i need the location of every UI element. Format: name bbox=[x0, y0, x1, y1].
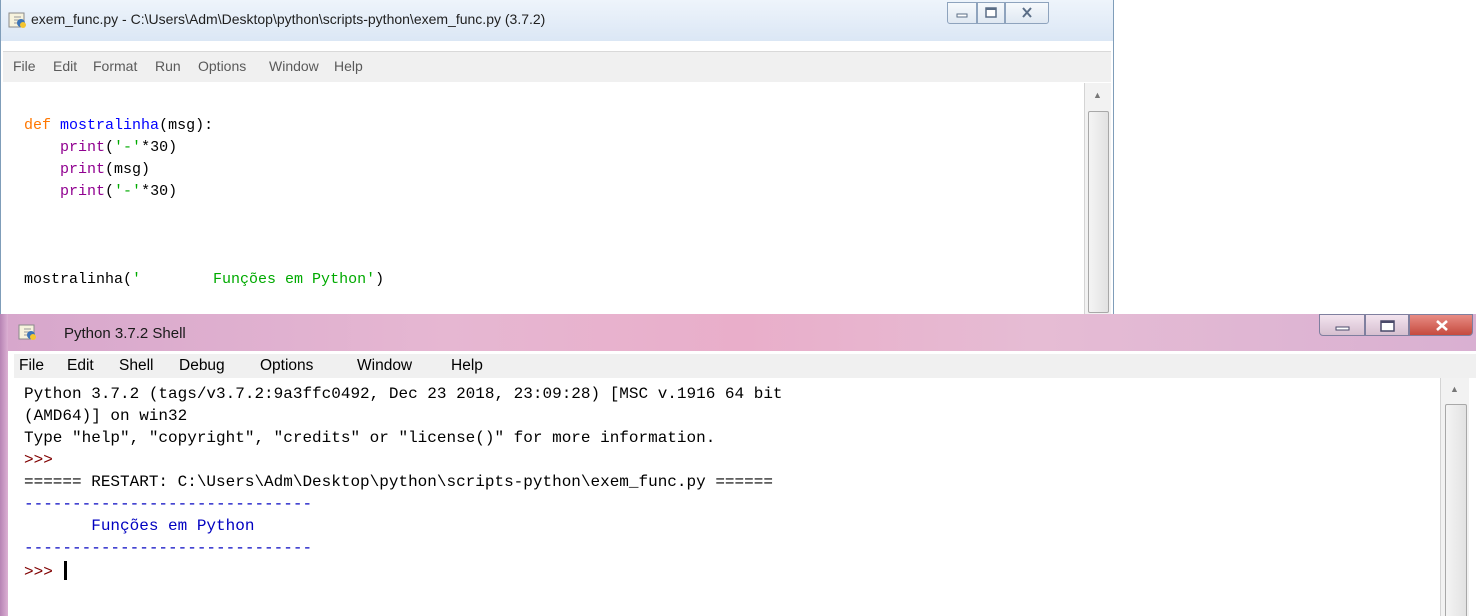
code-text: ) bbox=[375, 271, 385, 288]
code-builtin: print bbox=[60, 139, 106, 156]
code-function-name: mostralinha bbox=[60, 117, 160, 134]
shell-window-border bbox=[0, 314, 8, 616]
minimize-icon bbox=[956, 13, 968, 18]
shell-vertical-scrollbar[interactable]: ▲ bbox=[1440, 378, 1469, 616]
shell-text-area[interactable]: Python 3.7.2 (tags/v3.7.2:9a3ffc0492, De… bbox=[14, 378, 1440, 616]
code-string: '-' bbox=[114, 139, 142, 156]
shell-banner-line: (AMD64)] on win32 bbox=[24, 407, 188, 425]
shell-output-line: ------------------------------ bbox=[24, 495, 313, 513]
shell-banner-line: Python 3.7.2 (tags/v3.7.2:9a3ffc0492, De… bbox=[24, 385, 783, 403]
editor-title-bar[interactable]: exem_func.py - C:\Users\Adm\Desktop\pyth… bbox=[1, 0, 1113, 41]
code-builtin: print bbox=[60, 161, 106, 178]
code-line: print('-'*30) bbox=[24, 183, 177, 200]
code-text: mostralinha( bbox=[24, 271, 133, 288]
editor-close-button[interactable] bbox=[1005, 2, 1049, 24]
shell-restart-line: ====== RESTART: C:\Users\Adm\Desktop\pyt… bbox=[24, 473, 773, 491]
editor-menu-options[interactable]: Options bbox=[198, 58, 246, 74]
editor-window-title: exem_func.py - C:\Users\Adm\Desktop\pyth… bbox=[31, 11, 546, 27]
python-idle-icon bbox=[18, 324, 36, 340]
code-text: ( bbox=[105, 183, 115, 200]
code-text: ( bbox=[105, 139, 115, 156]
shell-menu-options[interactable]: Options bbox=[260, 357, 313, 375]
shell-output-line: Funções em Python bbox=[24, 517, 255, 535]
shell-menu-file[interactable]: File bbox=[19, 357, 44, 375]
shell-banner-line: Type "help", "copyright", "credits" or "… bbox=[24, 429, 716, 447]
shell-menu-edit[interactable]: Edit bbox=[67, 357, 94, 375]
editor-menu-format[interactable]: Format bbox=[93, 58, 137, 74]
shell-menu-shell[interactable]: Shell bbox=[119, 357, 153, 375]
close-icon bbox=[1436, 320, 1448, 331]
shell-window: Python 3.7.2 Shell File Edit Shell Debug… bbox=[8, 314, 1476, 616]
scroll-up-arrow-icon[interactable]: ▲ bbox=[1450, 384, 1459, 394]
editor-scrollbar-thumb[interactable] bbox=[1088, 111, 1109, 313]
minimize-icon bbox=[1335, 326, 1350, 331]
code-line: print(msg) bbox=[24, 161, 150, 178]
shell-menu-debug[interactable]: Debug bbox=[179, 357, 225, 375]
code-string: ' Funções em Python' bbox=[132, 271, 376, 288]
code-line: print('-'*30) bbox=[24, 139, 177, 156]
python-idle-icon bbox=[8, 12, 26, 28]
shell-close-button[interactable] bbox=[1409, 314, 1473, 336]
editor-menu-window[interactable]: Window bbox=[269, 58, 319, 74]
scroll-up-arrow-icon[interactable]: ▲ bbox=[1093, 90, 1102, 100]
code-builtin: print bbox=[60, 183, 106, 200]
shell-menu-window[interactable]: Window bbox=[357, 357, 412, 375]
code-line: mostralinha(' Funções em Python') bbox=[24, 271, 384, 288]
editor-text-area[interactable]: def mostralinha(msg): print('-'*30) prin… bbox=[3, 83, 1083, 314]
shell-menu-bar: File Edit Shell Debug Options Window Hel… bbox=[14, 354, 1476, 378]
code-text: (msg) bbox=[105, 161, 151, 178]
editor-menu-file[interactable]: File bbox=[13, 58, 36, 74]
shell-input-line[interactable]: >>> bbox=[24, 561, 68, 581]
shell-scrollbar-thumb[interactable] bbox=[1445, 404, 1467, 616]
close-icon bbox=[1022, 7, 1032, 18]
editor-minimize-button[interactable] bbox=[947, 2, 977, 24]
editor-window: exem_func.py - C:\Users\Adm\Desktop\pyth… bbox=[0, 0, 1114, 315]
shell-minimize-button[interactable] bbox=[1319, 314, 1365, 336]
code-text: *30) bbox=[141, 183, 178, 200]
shell-window-title: Python 3.7.2 Shell bbox=[64, 325, 186, 342]
shell-prompt: >>> bbox=[24, 563, 53, 581]
editor-menu-bar: File Edit Format Run Options Window Help bbox=[3, 51, 1111, 82]
editor-menu-help[interactable]: Help bbox=[334, 58, 363, 74]
editor-menu-edit[interactable]: Edit bbox=[53, 58, 77, 74]
shell-menu-help[interactable]: Help bbox=[451, 357, 483, 375]
code-line: def mostralinha(msg): bbox=[24, 117, 213, 134]
shell-title-bar[interactable]: Python 3.7.2 Shell bbox=[8, 314, 1476, 351]
code-text: *30) bbox=[141, 139, 178, 156]
shell-maximize-button[interactable] bbox=[1365, 314, 1409, 336]
editor-maximize-button[interactable] bbox=[977, 2, 1005, 24]
maximize-icon bbox=[985, 7, 997, 18]
code-keyword: def bbox=[24, 117, 52, 134]
code-text: (msg): bbox=[159, 117, 214, 134]
shell-prompt: >>> bbox=[24, 451, 53, 469]
code-string: '-' bbox=[114, 183, 142, 200]
editor-vertical-scrollbar[interactable]: ▲ bbox=[1084, 83, 1111, 314]
text-cursor bbox=[64, 561, 68, 580]
editor-menu-run[interactable]: Run bbox=[155, 58, 181, 74]
maximize-icon bbox=[1380, 320, 1395, 332]
shell-output-line: ------------------------------ bbox=[24, 539, 313, 557]
